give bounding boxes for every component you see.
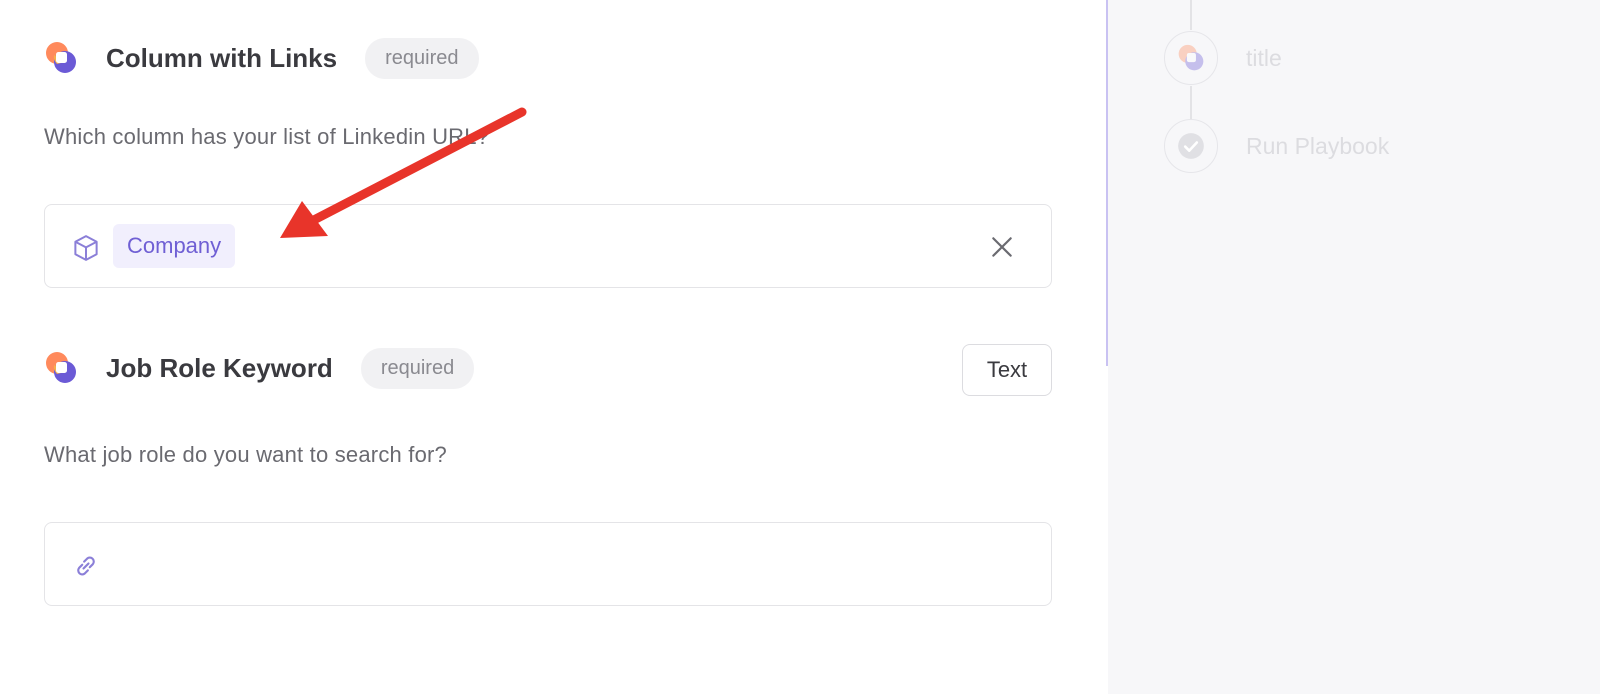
selected-column-chip[interactable]: Company — [113, 224, 236, 268]
field-title: Job Role Keyword — [106, 352, 333, 383]
playbook-logo-icon — [1178, 44, 1204, 71]
main-panel: Column with Links required Which column … — [0, 0, 1106, 694]
column-select-input[interactable]: Company — [44, 204, 1052, 288]
step-label: Run Playbook — [1246, 132, 1390, 159]
step-connector — [1190, 0, 1192, 30]
page: Column with Links required Which column … — [0, 0, 1600, 694]
cube-icon — [74, 235, 98, 261]
playbook-logo-icon — [46, 352, 76, 383]
step-circle — [1164, 31, 1218, 85]
steps-sidebar: title Run Playbook — [1108, 0, 1600, 694]
field-header-job-role-keyword: Job Role Keyword required — [44, 347, 475, 389]
step-item-run-playbook[interactable]: Run Playbook — [1164, 119, 1389, 173]
field-description: What job role do you want to search for? — [44, 442, 447, 467]
step-connector — [1190, 86, 1192, 120]
step-circle — [1164, 119, 1218, 173]
required-badge: required — [360, 347, 475, 389]
step-item-title[interactable]: title — [1164, 31, 1282, 85]
step-label: title — [1246, 44, 1282, 71]
input-type-button[interactable]: Text — [962, 344, 1052, 396]
field-description: Which column has your list of Linkedin U… — [44, 124, 490, 149]
field-header-column-with-links: Column with Links required — [44, 37, 479, 79]
close-icon[interactable] — [989, 234, 1015, 260]
check-circle-icon — [1178, 133, 1204, 159]
link-icon — [77, 556, 95, 576]
field-title: Column with Links — [106, 42, 338, 73]
job-role-keyword-input[interactable] — [44, 522, 1052, 606]
playbook-logo-icon — [46, 42, 76, 73]
required-badge: required — [365, 37, 479, 79]
